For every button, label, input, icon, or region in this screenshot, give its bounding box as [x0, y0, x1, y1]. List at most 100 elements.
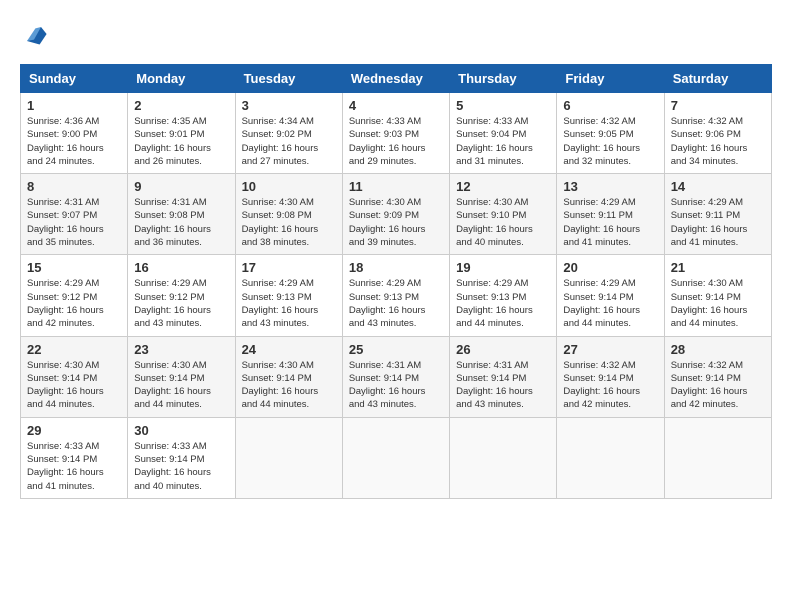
day-of-week-header: Sunday [21, 65, 128, 93]
calendar-day-cell: 3 Sunrise: 4:34 AM Sunset: 9:02 PM Dayli… [235, 93, 342, 174]
calendar-day-cell: 12 Sunrise: 4:30 AM Sunset: 9:10 PM Dayl… [450, 174, 557, 255]
day-info: Sunrise: 4:32 AM Sunset: 9:14 PM Dayligh… [563, 359, 657, 412]
calendar-week-row: 29 Sunrise: 4:33 AM Sunset: 9:14 PM Dayl… [21, 417, 772, 498]
day-info: Sunrise: 4:29 AM Sunset: 9:13 PM Dayligh… [242, 277, 336, 330]
day-number: 22 [27, 342, 121, 357]
day-number: 24 [242, 342, 336, 357]
calendar-day-cell: 16 Sunrise: 4:29 AM Sunset: 9:12 PM Dayl… [128, 255, 235, 336]
logo-icon [20, 20, 48, 48]
day-of-week-header: Tuesday [235, 65, 342, 93]
calendar-day-cell: 7 Sunrise: 4:32 AM Sunset: 9:06 PM Dayli… [664, 93, 771, 174]
calendar-day-cell: 1 Sunrise: 4:36 AM Sunset: 9:00 PM Dayli… [21, 93, 128, 174]
calendar-week-row: 8 Sunrise: 4:31 AM Sunset: 9:07 PM Dayli… [21, 174, 772, 255]
day-info: Sunrise: 4:29 AM Sunset: 9:13 PM Dayligh… [456, 277, 550, 330]
day-info: Sunrise: 4:29 AM Sunset: 9:11 PM Dayligh… [671, 196, 765, 249]
calendar-day-cell [557, 417, 664, 498]
day-number: 19 [456, 260, 550, 275]
day-info: Sunrise: 4:30 AM Sunset: 9:10 PM Dayligh… [456, 196, 550, 249]
day-info: Sunrise: 4:36 AM Sunset: 9:00 PM Dayligh… [27, 115, 121, 168]
calendar-day-cell: 8 Sunrise: 4:31 AM Sunset: 9:07 PM Dayli… [21, 174, 128, 255]
calendar-day-cell: 10 Sunrise: 4:30 AM Sunset: 9:08 PM Dayl… [235, 174, 342, 255]
day-info: Sunrise: 4:33 AM Sunset: 9:14 PM Dayligh… [134, 440, 228, 493]
day-number: 5 [456, 98, 550, 113]
day-number: 26 [456, 342, 550, 357]
day-number: 2 [134, 98, 228, 113]
day-info: Sunrise: 4:29 AM Sunset: 9:11 PM Dayligh… [563, 196, 657, 249]
calendar-day-cell: 27 Sunrise: 4:32 AM Sunset: 9:14 PM Dayl… [557, 336, 664, 417]
day-number: 25 [349, 342, 443, 357]
day-number: 7 [671, 98, 765, 113]
day-info: Sunrise: 4:29 AM Sunset: 9:13 PM Dayligh… [349, 277, 443, 330]
calendar-header-row: SundayMondayTuesdayWednesdayThursdayFrid… [21, 65, 772, 93]
day-number: 10 [242, 179, 336, 194]
logo [20, 20, 50, 48]
day-info: Sunrise: 4:32 AM Sunset: 9:06 PM Dayligh… [671, 115, 765, 168]
calendar-day-cell: 9 Sunrise: 4:31 AM Sunset: 9:08 PM Dayli… [128, 174, 235, 255]
day-number: 18 [349, 260, 443, 275]
day-info: Sunrise: 4:34 AM Sunset: 9:02 PM Dayligh… [242, 115, 336, 168]
day-info: Sunrise: 4:30 AM Sunset: 9:14 PM Dayligh… [242, 359, 336, 412]
calendar-day-cell: 6 Sunrise: 4:32 AM Sunset: 9:05 PM Dayli… [557, 93, 664, 174]
day-info: Sunrise: 4:33 AM Sunset: 9:04 PM Dayligh… [456, 115, 550, 168]
day-info: Sunrise: 4:30 AM Sunset: 9:14 PM Dayligh… [27, 359, 121, 412]
calendar-day-cell: 13 Sunrise: 4:29 AM Sunset: 9:11 PM Dayl… [557, 174, 664, 255]
calendar-day-cell [235, 417, 342, 498]
day-of-week-header: Saturday [664, 65, 771, 93]
day-info: Sunrise: 4:29 AM Sunset: 9:14 PM Dayligh… [563, 277, 657, 330]
calendar-day-cell: 26 Sunrise: 4:31 AM Sunset: 9:14 PM Dayl… [450, 336, 557, 417]
calendar-week-row: 22 Sunrise: 4:30 AM Sunset: 9:14 PM Dayl… [21, 336, 772, 417]
calendar-day-cell: 22 Sunrise: 4:30 AM Sunset: 9:14 PM Dayl… [21, 336, 128, 417]
day-info: Sunrise: 4:31 AM Sunset: 9:07 PM Dayligh… [27, 196, 121, 249]
day-info: Sunrise: 4:33 AM Sunset: 9:14 PM Dayligh… [27, 440, 121, 493]
day-of-week-header: Wednesday [342, 65, 449, 93]
day-info: Sunrise: 4:30 AM Sunset: 9:08 PM Dayligh… [242, 196, 336, 249]
calendar-table: SundayMondayTuesdayWednesdayThursdayFrid… [20, 64, 772, 499]
page-header [20, 20, 772, 48]
calendar-day-cell: 20 Sunrise: 4:29 AM Sunset: 9:14 PM Dayl… [557, 255, 664, 336]
day-number: 13 [563, 179, 657, 194]
calendar-day-cell: 21 Sunrise: 4:30 AM Sunset: 9:14 PM Dayl… [664, 255, 771, 336]
day-number: 28 [671, 342, 765, 357]
day-number: 16 [134, 260, 228, 275]
day-number: 3 [242, 98, 336, 113]
day-info: Sunrise: 4:30 AM Sunset: 9:09 PM Dayligh… [349, 196, 443, 249]
day-info: Sunrise: 4:31 AM Sunset: 9:14 PM Dayligh… [349, 359, 443, 412]
day-number: 29 [27, 423, 121, 438]
calendar-day-cell: 2 Sunrise: 4:35 AM Sunset: 9:01 PM Dayli… [128, 93, 235, 174]
calendar-day-cell: 29 Sunrise: 4:33 AM Sunset: 9:14 PM Dayl… [21, 417, 128, 498]
calendar-day-cell: 28 Sunrise: 4:32 AM Sunset: 9:14 PM Dayl… [664, 336, 771, 417]
day-info: Sunrise: 4:31 AM Sunset: 9:08 PM Dayligh… [134, 196, 228, 249]
calendar-day-cell: 4 Sunrise: 4:33 AM Sunset: 9:03 PM Dayli… [342, 93, 449, 174]
calendar-day-cell [450, 417, 557, 498]
calendar-day-cell: 30 Sunrise: 4:33 AM Sunset: 9:14 PM Dayl… [128, 417, 235, 498]
calendar-day-cell [342, 417, 449, 498]
calendar-day-cell: 14 Sunrise: 4:29 AM Sunset: 9:11 PM Dayl… [664, 174, 771, 255]
day-number: 15 [27, 260, 121, 275]
day-number: 1 [27, 98, 121, 113]
calendar-day-cell: 23 Sunrise: 4:30 AM Sunset: 9:14 PM Dayl… [128, 336, 235, 417]
day-number: 17 [242, 260, 336, 275]
day-info: Sunrise: 4:30 AM Sunset: 9:14 PM Dayligh… [671, 277, 765, 330]
calendar-day-cell: 5 Sunrise: 4:33 AM Sunset: 9:04 PM Dayli… [450, 93, 557, 174]
calendar-day-cell: 11 Sunrise: 4:30 AM Sunset: 9:09 PM Dayl… [342, 174, 449, 255]
day-of-week-header: Monday [128, 65, 235, 93]
day-number: 9 [134, 179, 228, 194]
day-number: 12 [456, 179, 550, 194]
day-of-week-header: Friday [557, 65, 664, 93]
day-number: 27 [563, 342, 657, 357]
calendar-day-cell: 25 Sunrise: 4:31 AM Sunset: 9:14 PM Dayl… [342, 336, 449, 417]
calendar-day-cell: 17 Sunrise: 4:29 AM Sunset: 9:13 PM Dayl… [235, 255, 342, 336]
calendar-day-cell: 19 Sunrise: 4:29 AM Sunset: 9:13 PM Dayl… [450, 255, 557, 336]
day-info: Sunrise: 4:32 AM Sunset: 9:14 PM Dayligh… [671, 359, 765, 412]
day-number: 30 [134, 423, 228, 438]
day-number: 11 [349, 179, 443, 194]
day-info: Sunrise: 4:35 AM Sunset: 9:01 PM Dayligh… [134, 115, 228, 168]
day-info: Sunrise: 4:29 AM Sunset: 9:12 PM Dayligh… [134, 277, 228, 330]
calendar-week-row: 15 Sunrise: 4:29 AM Sunset: 9:12 PM Dayl… [21, 255, 772, 336]
day-number: 20 [563, 260, 657, 275]
day-number: 21 [671, 260, 765, 275]
calendar-week-row: 1 Sunrise: 4:36 AM Sunset: 9:00 PM Dayli… [21, 93, 772, 174]
day-number: 4 [349, 98, 443, 113]
day-number: 8 [27, 179, 121, 194]
day-info: Sunrise: 4:32 AM Sunset: 9:05 PM Dayligh… [563, 115, 657, 168]
